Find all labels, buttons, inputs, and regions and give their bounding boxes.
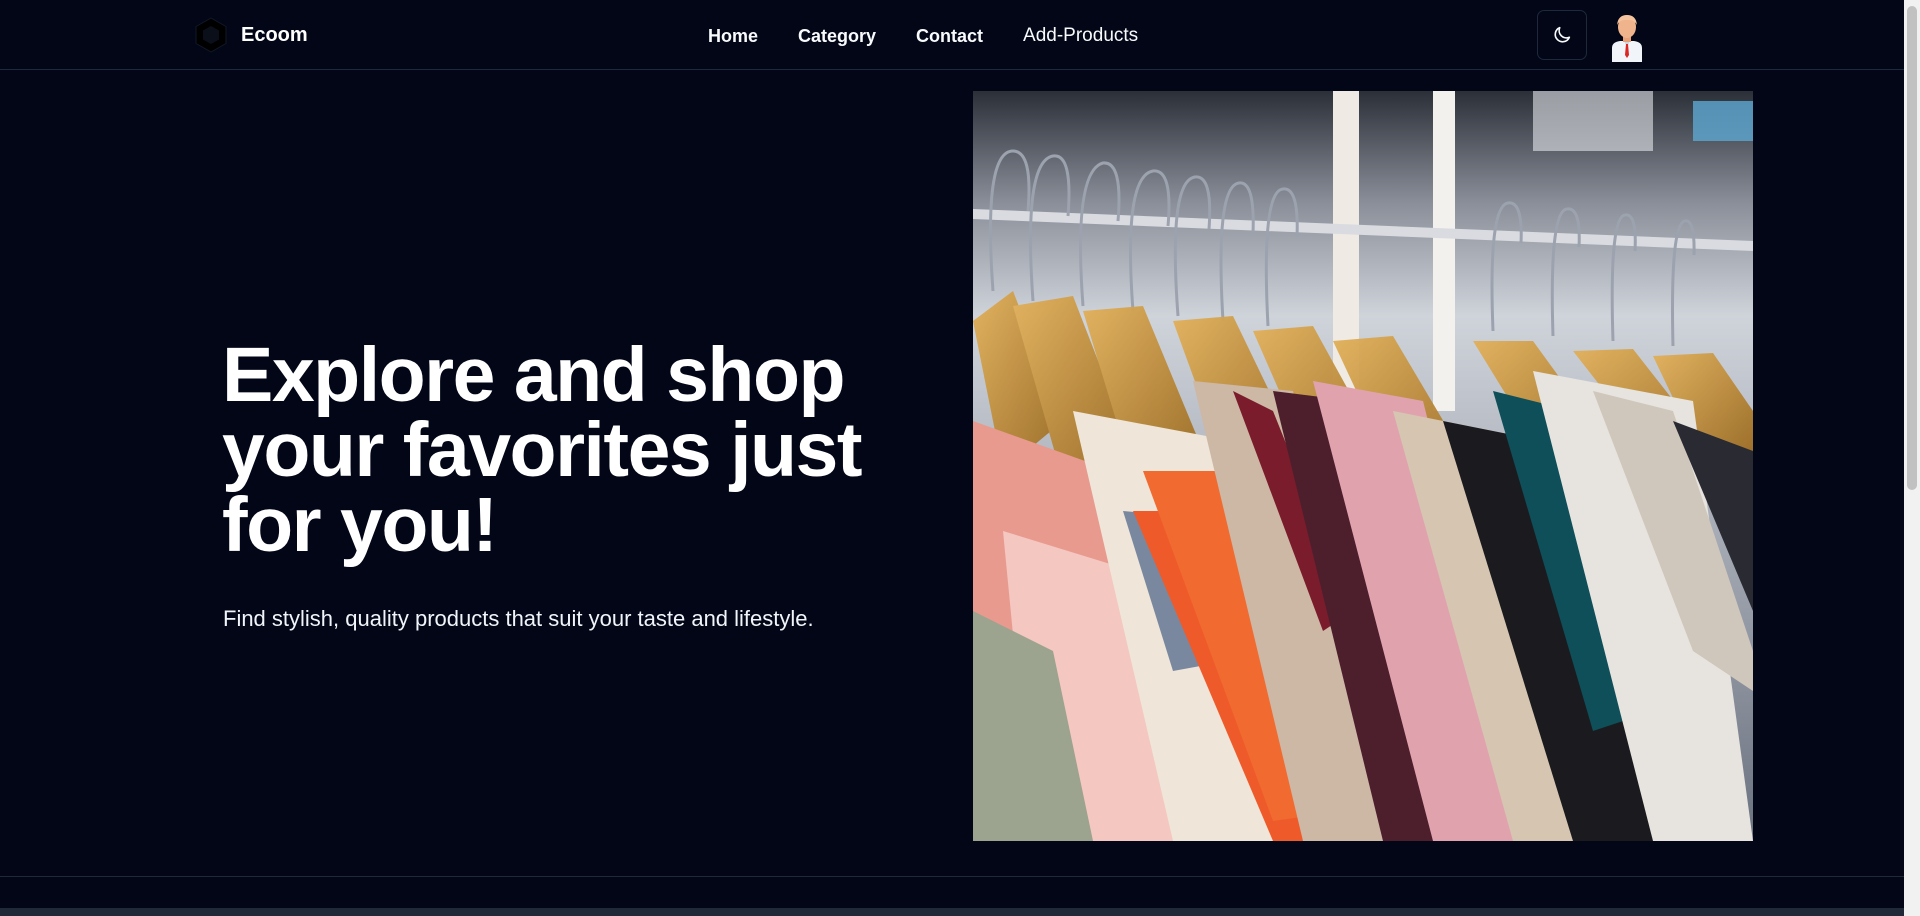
nav-link-add-products[interactable]: Add-Products xyxy=(1023,25,1138,47)
section-divider xyxy=(0,876,1904,877)
navbar: Ecoom Home Category Contact Add-Products xyxy=(0,0,1904,70)
bottom-strip xyxy=(0,908,1904,916)
moon-icon xyxy=(1554,26,1571,43)
brand[interactable]: Ecoom xyxy=(193,16,308,54)
main-nav: Home Category Contact Add-Products xyxy=(708,22,1138,50)
nav-link-category[interactable]: Category xyxy=(798,26,876,47)
nav-link-home[interactable]: Home xyxy=(708,26,758,47)
theme-toggle-button[interactable] xyxy=(1537,10,1587,60)
hexagon-logo-icon xyxy=(195,17,227,53)
nav-link-contact[interactable]: Contact xyxy=(916,26,983,47)
user-avatar-icon[interactable] xyxy=(1606,12,1648,62)
hero-subtitle: Find stylish, quality products that suit… xyxy=(223,606,814,631)
brand-name: Ecoom xyxy=(241,23,308,46)
hero-title: Explore and shop your favorites just for… xyxy=(222,332,863,568)
scrollbar-thumb[interactable] xyxy=(1907,6,1917,490)
clothes-rack-photo xyxy=(973,91,1753,841)
